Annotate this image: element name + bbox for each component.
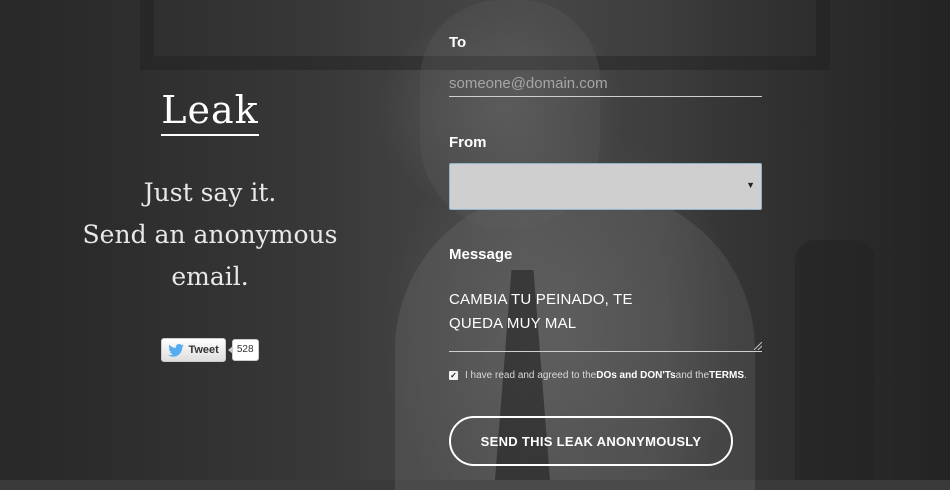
message-label: Message (449, 246, 513, 263)
resize-handle-icon[interactable] (754, 342, 762, 350)
terms-checkbox[interactable]: ✓ (449, 371, 458, 380)
message-text-line-1: CAMBIA TU PEINADO, TE (449, 291, 633, 308)
from-select[interactable]: ▼ (449, 163, 762, 210)
tagline-line-2: Send an anonymous (82, 220, 338, 249)
tagline-line-1: Just say it. (143, 178, 277, 207)
tagline-line-3: email. (171, 262, 249, 291)
to-email-input[interactable] (449, 70, 762, 97)
message-text-line-2: QUEDA MUY MAL (449, 315, 577, 332)
tagline: Just say it. Send an anonymous email. (60, 172, 360, 298)
twitter-bird-icon (168, 343, 185, 357)
message-text: CAMBIA TU PEINADO, TE QUEDA MUY MAL (449, 288, 649, 336)
caret-down-icon: ▼ (746, 180, 755, 190)
tweet-count[interactable]: 528 (227, 339, 259, 361)
tweet-widget: Tweet 528 (60, 338, 360, 362)
terms-middle: and the (675, 370, 710, 381)
to-label: To (449, 34, 467, 51)
tweet-button[interactable]: Tweet (161, 338, 226, 362)
terms-agreement: ✓ I have read and agreed to the DOs and … (449, 370, 747, 381)
send-leak-button[interactable]: SEND THIS LEAK ANONYMOUSLY (449, 416, 733, 466)
dos-and-donts-link[interactable]: DOs and DON'Ts (596, 370, 675, 381)
brand-panel: Leak Just say it. Send an anonymous emai… (60, 88, 360, 362)
terms-suffix: . (744, 370, 747, 381)
tweet-button-label: Tweet (188, 344, 219, 356)
terms-link[interactable]: TERMS (709, 370, 744, 381)
message-textarea[interactable]: CAMBIA TU PEINADO, TE QUEDA MUY MAL (449, 288, 762, 352)
logo[interactable]: Leak (161, 88, 259, 136)
from-label: From (449, 134, 487, 151)
terms-prefix: I have read and agreed to the (465, 370, 597, 381)
checkmark-icon: ✓ (450, 371, 457, 380)
